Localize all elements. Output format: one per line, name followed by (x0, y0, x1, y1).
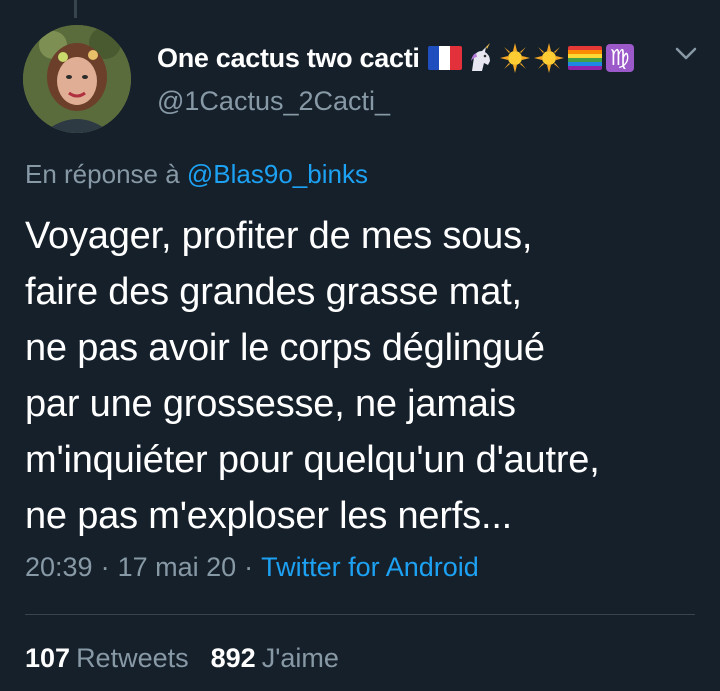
thread-connector-line (74, 0, 77, 18)
reply-context: En réponse à @Blas9o_binks (25, 159, 368, 190)
reply-prefix: En réponse à (25, 159, 180, 189)
reply-mention-link[interactable]: @Blas9o_binks (187, 159, 368, 189)
likes-count: 892 (210, 643, 256, 673)
retweets-count: 107 (25, 643, 71, 673)
tweet-time[interactable]: 20:39 (25, 552, 93, 583)
divider (25, 614, 695, 615)
tweet-date[interactable]: 17 mai 20 (118, 552, 237, 583)
meta-separator: · (244, 552, 254, 582)
sun-icon (499, 43, 530, 73)
unicorn-icon (466, 43, 496, 73)
avatar[interactable] (23, 25, 131, 133)
tweet-stats: 107 Retweets 892 J'aime (25, 643, 339, 674)
author-display-name[interactable]: One cactus two cacti (157, 43, 420, 74)
name-emojis: ♍ (427, 43, 634, 73)
tweet-meta: 20:39 · 17 mai 20 · Twitter for Android (25, 552, 479, 583)
tweet-text: Voyager, profiter de mes sous, faire des… (25, 215, 600, 537)
meta-separator: · (100, 552, 110, 582)
sun-icon (533, 43, 564, 73)
tweet-source-link[interactable]: Twitter for Android (261, 552, 479, 583)
chevron-down-icon[interactable] (672, 40, 700, 68)
retweets-label: Retweets (76, 643, 189, 673)
rainbow-flag-icon (567, 46, 602, 70)
retweets-stat[interactable]: 107 Retweets (25, 643, 189, 674)
avatar-image (23, 25, 131, 133)
likes-stat[interactable]: 892 J'aime (211, 643, 339, 674)
flag-france-icon (427, 46, 462, 70)
author-handle[interactable]: @1Cactus_2Cacti_ (157, 86, 390, 117)
likes-label: J'aime (261, 643, 339, 673)
virgo-icon: ♍ (605, 44, 634, 72)
author-name-row[interactable]: One cactus two cacti ♍ (157, 38, 634, 78)
